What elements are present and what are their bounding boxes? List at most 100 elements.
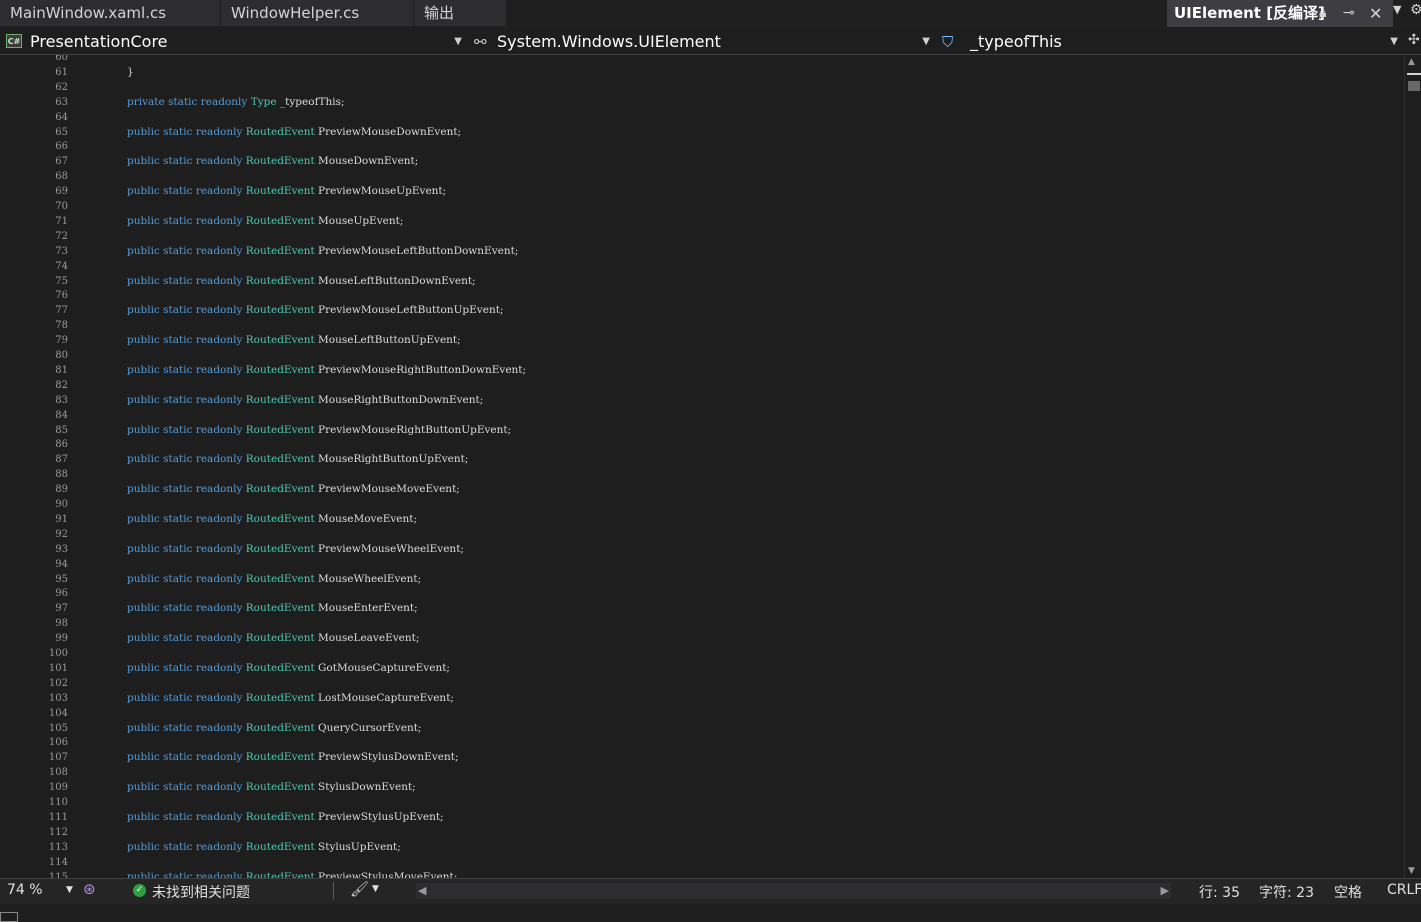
project-name: PresentationCore xyxy=(30,32,168,51)
type-token: RoutedEvent xyxy=(245,483,315,495)
code-line[interactable]: } xyxy=(127,66,134,78)
line-number: 73 xyxy=(55,246,68,257)
keyword-token: public xyxy=(127,543,160,555)
type-token: RoutedEvent xyxy=(245,602,315,614)
member-dropdown[interactable]: ⛉ _typeofThis ▼ xyxy=(942,30,1402,53)
type-token: RoutedEvent xyxy=(245,304,315,316)
code-line[interactable]: public static readonly RoutedEvent Mouse… xyxy=(127,513,417,525)
code-line[interactable]: public static readonly RoutedEvent Previ… xyxy=(127,751,459,763)
tab-overflow-dropdown-icon[interactable]: ▼ xyxy=(1393,3,1401,16)
keyword-token: static xyxy=(163,364,193,376)
chevron-down-icon: ▼ xyxy=(66,885,73,895)
code-line[interactable]: public static readonly RoutedEvent Query… xyxy=(127,722,421,734)
pin-icon[interactable]: ⊸ xyxy=(1343,0,1355,27)
type-token: RoutedEvent xyxy=(245,543,315,555)
output-window-icon[interactable] xyxy=(0,912,18,922)
tab-uielement-decompiled[interactable]: UIElement [反编译] 🔒︎ ⊸ ✕ xyxy=(1167,0,1393,27)
tab-label: 输出 xyxy=(424,4,455,22)
horizontal-scrollbar[interactable]: ◀ ▶ xyxy=(416,883,1171,899)
code-line[interactable]: public static readonly RoutedEvent Previ… xyxy=(127,543,464,555)
code-line[interactable]: public static readonly RoutedEvent Stylu… xyxy=(127,841,401,853)
code-line[interactable]: public static readonly RoutedEvent Previ… xyxy=(127,871,457,878)
keyword-token: public xyxy=(127,781,160,793)
line-indicator[interactable]: 行: 35 xyxy=(1199,882,1240,902)
line-number: 84 xyxy=(55,410,68,421)
close-icon[interactable]: ✕ xyxy=(1369,0,1382,27)
scroll-right-icon[interactable]: ▶ xyxy=(1161,884,1169,897)
tab-mainwindow-xaml-cs[interactable]: MainWindow.xaml.cs xyxy=(0,0,220,26)
code-line[interactable]: public static readonly RoutedEvent Previ… xyxy=(127,126,461,138)
zoom-dropdown[interactable]: 74 % ▼ xyxy=(2,881,78,901)
type-token: RoutedEvent xyxy=(245,185,315,197)
code-line[interactable]: public static readonly RoutedEvent Mouse… xyxy=(127,573,421,585)
keyword-token: public xyxy=(127,185,160,197)
line-number: 112 xyxy=(48,827,68,838)
scroll-left-icon[interactable]: ◀ xyxy=(418,884,426,897)
intellicode-icon[interactable]: ⊛ xyxy=(83,880,96,898)
code-line[interactable]: public static readonly RoutedEvent Previ… xyxy=(127,304,503,316)
code-cleanup-icon[interactable]: 🖌︎ xyxy=(350,880,369,898)
tab-windowhelper-cs[interactable]: WindowHelper.cs xyxy=(221,0,413,26)
keyword-token: readonly xyxy=(200,96,248,108)
line-number: 107 xyxy=(48,752,68,763)
chevron-down-icon[interactable]: ▼ xyxy=(372,884,379,894)
keyword-token: public xyxy=(127,662,160,674)
code-line[interactable]: public static readonly RoutedEvent Previ… xyxy=(127,245,518,257)
caret-position-marker xyxy=(1407,73,1421,75)
type-token: RoutedEvent xyxy=(245,424,315,436)
keyword-token: static xyxy=(163,632,193,644)
keyword-token: static xyxy=(163,722,193,734)
type-token: RoutedEvent xyxy=(245,334,315,346)
code-line[interactable]: public static readonly RoutedEvent Stylu… xyxy=(127,781,416,793)
line-number: 62 xyxy=(55,82,68,93)
vertical-scrollbar[interactable]: ▲ ▼ xyxy=(1404,55,1421,878)
identifier-token: MouseLeaveEvent; xyxy=(318,632,420,644)
code-line[interactable]: public static readonly RoutedEvent Mouse… xyxy=(127,453,468,465)
code-line[interactable]: private static readonly Type _typeofThis… xyxy=(127,96,345,108)
class-icon: ⚯ xyxy=(474,33,487,51)
code-line[interactable]: public static readonly RoutedEvent GotMo… xyxy=(127,662,450,674)
type-token: RoutedEvent xyxy=(245,155,315,167)
line-number: 106 xyxy=(48,737,68,748)
project-dropdown[interactable]: C# PresentationCore ▼ xyxy=(6,30,466,53)
keyword-token: readonly xyxy=(195,751,243,763)
type-token: RoutedEvent xyxy=(245,394,315,406)
scroll-up-icon[interactable]: ▲ xyxy=(1408,57,1415,67)
tab-output[interactable]: 输出 xyxy=(414,0,506,26)
line-number: 103 xyxy=(48,693,68,704)
code-line[interactable]: public static readonly RoutedEvent Previ… xyxy=(127,483,460,495)
keyword-token: static xyxy=(163,483,193,495)
code-line[interactable]: public static readonly RoutedEvent Previ… xyxy=(127,811,444,823)
split-editor-icon[interactable]: ✣ xyxy=(1408,32,1420,48)
code-line[interactable]: public static readonly RoutedEvent Previ… xyxy=(127,424,511,436)
code-line[interactable]: public static readonly RoutedEvent Mouse… xyxy=(127,602,418,614)
code-line[interactable]: public static readonly RoutedEvent Mouse… xyxy=(127,215,403,227)
type-dropdown[interactable]: ⚯ System.Windows.UIElement ▼ xyxy=(474,30,934,53)
keyword-token: readonly xyxy=(195,364,243,376)
code-line[interactable]: public static readonly RoutedEvent Mouse… xyxy=(127,334,461,346)
scroll-down-icon[interactable]: ▼ xyxy=(1408,866,1415,876)
code-line[interactable]: public static readonly RoutedEvent Mouse… xyxy=(127,275,476,287)
scrollbar-thumb[interactable] xyxy=(1408,81,1420,91)
code-line[interactable]: public static readonly RoutedEvent Mouse… xyxy=(127,394,483,406)
code-line[interactable]: public static readonly RoutedEvent Mouse… xyxy=(127,155,418,167)
code-line[interactable]: public static readonly RoutedEvent Mouse… xyxy=(127,632,419,644)
line-number: 114 xyxy=(48,857,68,868)
indent-indicator[interactable]: 空格 xyxy=(1334,882,1362,902)
csharp-project-icon: C# xyxy=(6,34,22,48)
line-number: 85 xyxy=(55,425,68,436)
identifier-token: PreviewMouseLeftButtonDownEvent; xyxy=(318,245,519,257)
code-line[interactable]: public static readonly RoutedEvent Previ… xyxy=(127,185,446,197)
line-ending-indicator[interactable]: CRLF xyxy=(1387,882,1421,898)
keyword-token: readonly xyxy=(195,543,243,555)
line-number: 89 xyxy=(55,484,68,495)
line-number: 68 xyxy=(55,171,68,182)
gear-icon[interactable]: ⚙ xyxy=(1410,2,1421,18)
code-line[interactable]: public static readonly RoutedEvent Previ… xyxy=(127,364,526,376)
keyword-token: public xyxy=(127,126,160,138)
code-line[interactable]: public static readonly RoutedEvent LostM… xyxy=(127,692,454,704)
issues-status[interactable]: 未找到相关问题 xyxy=(152,882,250,902)
code-editor[interactable]: 60 61} 62 63 private static readonly Type _t… xyxy=(0,55,1404,878)
keyword-token: static xyxy=(163,692,193,704)
char-indicator[interactable]: 字符: 23 xyxy=(1259,882,1314,902)
